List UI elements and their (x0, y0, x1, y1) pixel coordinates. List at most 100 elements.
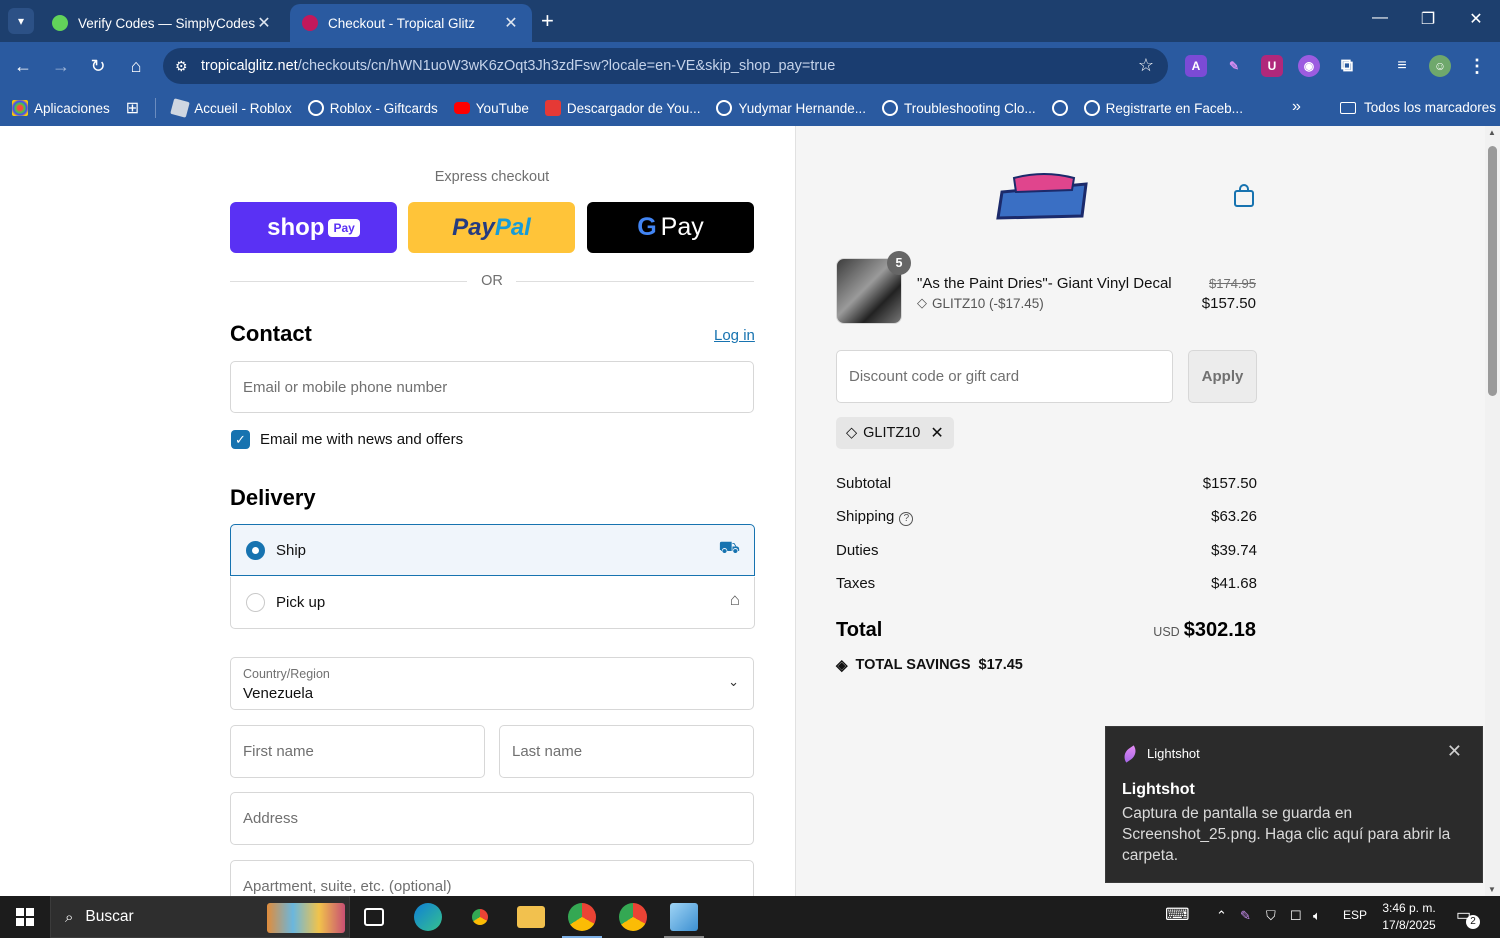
browser-toolbar: ← → ↻ ⌂ ⚙ tropicalglitz.net/checkouts/cn… (0, 42, 1500, 90)
media-control-icon[interactable]: ≡ (1391, 55, 1413, 77)
bookmark-globe[interactable] (1051, 100, 1068, 116)
tab-title: Verify Codes — SimplyCodes (78, 15, 255, 31)
show-hidden-icons-chevron-icon[interactable]: ⌃ (1216, 908, 1227, 924)
tag-icon: ◇ (846, 425, 858, 441)
close-tab-icon[interactable]: ✕ (502, 13, 520, 33)
extension-a-icon[interactable]: A (1185, 55, 1207, 77)
file-explorer-icon[interactable] (517, 906, 545, 928)
url-text[interactable]: tropicalglitz.net/checkouts/cn/hWN1uoW3w… (201, 58, 835, 74)
chrome-icon[interactable] (466, 903, 494, 931)
bookmark-roblox-giftcards[interactable]: Roblox - Giftcards (307, 100, 438, 116)
extension-icon[interactable]: ◉ (1298, 55, 1320, 77)
bookmark-apps[interactable]: Aplicaciones (12, 100, 110, 116)
notepad-icon[interactable] (670, 903, 698, 931)
task-view-icon[interactable] (364, 908, 384, 926)
notification-center-icon[interactable]: ▭ 2 (1456, 905, 1480, 929)
notification-message[interactable]: Captura de pantalla se guarda en Screens… (1122, 803, 1467, 866)
news-checkbox[interactable]: ✓ (231, 430, 250, 449)
page-scrollbar[interactable]: ▲ ▼ (1485, 126, 1500, 896)
first-name-field[interactable]: First name (230, 725, 485, 778)
checkout-form: Express checkout shop Pay Pay Pal G Pay O… (0, 126, 795, 896)
pickup-option[interactable]: Pick up ⌂ (230, 577, 755, 629)
bookmark-label: Aplicaciones (34, 100, 110, 116)
scroll-up-icon[interactable]: ▲ (1488, 128, 1496, 137)
row-value: $41.68 (1211, 575, 1257, 592)
close-notification-icon[interactable]: ✕ (1447, 741, 1462, 762)
google-pay-button[interactable]: G Pay (587, 202, 754, 253)
browser-menu-icon[interactable]: ⋮ (1466, 55, 1488, 77)
country-select[interactable]: Country/Region Venezuela ⌄ (230, 657, 754, 710)
bookmark-roblox-home[interactable]: Accueil - Roblox (170, 98, 292, 118)
bookmark-label: Roblox - Giftcards (329, 100, 438, 116)
globe-icon (716, 100, 733, 116)
last-name-field[interactable]: Last name (499, 725, 754, 778)
bookmark-star-icon[interactable]: ☆ (1138, 55, 1154, 76)
home-button[interactable]: ⌂ (123, 54, 149, 80)
applied-code-text: GLITZ10 (863, 425, 921, 441)
ship-option[interactable]: Ship ⛟ (230, 524, 755, 576)
first-name-placeholder: First name (243, 743, 314, 760)
bookmark-separator (155, 98, 157, 118)
minimize-button[interactable]: — (1365, 9, 1395, 27)
edge-icon[interactable] (414, 903, 442, 931)
clock[interactable]: 3:46 p. m. 17/8/2025 (1376, 900, 1442, 934)
close-window-button[interactable]: ✕ (1461, 9, 1491, 29)
more-bookmarks-chevron-icon[interactable]: » (1292, 98, 1301, 116)
volume-icon[interactable]: 🔈︎ (1313, 908, 1321, 924)
apply-button[interactable]: Apply (1188, 350, 1257, 403)
bookmark-grid[interactable]: ⊞ (126, 98, 139, 118)
taskbar-search[interactable]: ⌕ Buscar (50, 896, 350, 938)
tray-app-icon[interactable]: ⛉ (1266, 908, 1276, 924)
all-bookmarks-folder[interactable]: Todos los marcadores (1340, 100, 1496, 115)
ship-radio[interactable] (246, 541, 265, 560)
bookmark-descargador[interactable]: Descargador de You... (544, 100, 700, 116)
shopping-bag-icon[interactable] (1233, 184, 1255, 208)
close-tab-icon[interactable]: ✕ (255, 13, 273, 33)
network-icon[interactable]: ☐ (1290, 908, 1302, 924)
site-info-icon[interactable]: ⚙ (175, 58, 201, 75)
chrome-profile-icon[interactable] (568, 903, 596, 931)
shop-pay-button[interactable]: shop Pay (230, 202, 397, 253)
tropical-glitz-logo[interactable] (994, 170, 1094, 222)
help-icon[interactable]: ? (899, 512, 914, 526)
scroll-down-icon[interactable]: ▼ (1488, 885, 1496, 894)
delivery-heading: Delivery (230, 485, 316, 510)
reload-button[interactable]: ↻ (85, 54, 111, 80)
discount-code-field[interactable]: Discount code or gift card (836, 350, 1173, 403)
language-indicator[interactable]: ESP (1343, 908, 1367, 922)
shop-pay-wordmark: shop (267, 213, 325, 241)
pickup-radio[interactable] (246, 593, 265, 612)
bookmark-facebook[interactable]: Registrarte en Faceb... (1083, 100, 1243, 116)
restore-button[interactable]: ❐ (1413, 9, 1443, 29)
keyboard-icon[interactable]: ⌨ (1165, 905, 1190, 925)
lightshot-extension-icon[interactable]: ✎ (1223, 55, 1245, 77)
start-button[interactable] (0, 896, 50, 938)
address-placeholder: Address (243, 810, 299, 827)
lightshot-notification[interactable]: Lightshot ✕ Lightshot Captura de pantall… (1105, 726, 1483, 883)
new-tab-button[interactable]: + (541, 10, 554, 32)
address-bar[interactable]: ⚙ tropicalglitz.net/checkouts/cn/hWN1uoW… (163, 48, 1168, 84)
extensions-puzzle-icon[interactable]: ⧉ (1336, 55, 1358, 77)
apartment-field[interactable]: Apartment, suite, etc. (optional) (230, 860, 754, 896)
address-field[interactable]: Address (230, 792, 754, 845)
paypal-button[interactable]: Pay Pal (408, 202, 575, 253)
remove-code-icon[interactable]: ✕ (930, 423, 943, 443)
bookmark-youtube[interactable]: YouTube (453, 101, 529, 116)
bookmark-yudymar[interactable]: Yudymar Hernande... (716, 100, 866, 116)
login-link[interactable]: Log in (714, 327, 755, 344)
tab-search-button[interactable]: ▾ (8, 8, 34, 34)
profile-avatar[interactable]: ☺ (1429, 55, 1451, 77)
tab-simplycodes[interactable]: Verify Codes — SimplyCodes ✕ (40, 4, 285, 42)
currency-code: USD (1153, 625, 1180, 639)
tab-checkout[interactable]: Checkout - Tropical Glitz ✕ (290, 4, 532, 42)
chrome-second-icon[interactable] (619, 903, 647, 931)
forward-button[interactable]: → (48, 54, 74, 80)
back-button[interactable]: ← (10, 54, 36, 80)
tag-icon: ◈ (836, 657, 848, 674)
lightshot-tray-icon[interactable]: ✎ (1240, 908, 1251, 924)
windows-logo-icon (16, 908, 34, 926)
email-field[interactable]: Email or mobile phone number (230, 361, 754, 413)
shield-extension-icon[interactable]: U (1261, 55, 1283, 77)
scrollbar-thumb[interactable] (1488, 146, 1497, 396)
bookmark-troubleshooting[interactable]: Troubleshooting Clo... (882, 100, 1036, 116)
